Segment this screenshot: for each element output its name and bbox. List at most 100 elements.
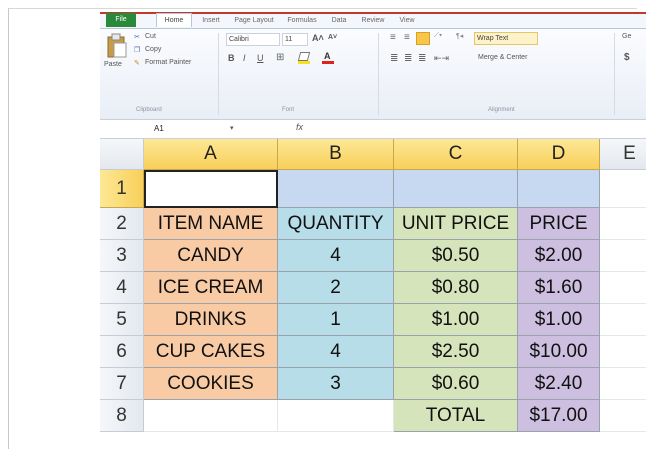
- cell-d1[interactable]: [518, 170, 600, 208]
- cell-b8[interactable]: [278, 400, 394, 432]
- header-quantity[interactable]: QUANTITY: [278, 208, 394, 240]
- column-header-b[interactable]: B: [278, 139, 394, 170]
- cell-e8[interactable]: [600, 400, 646, 432]
- paintbrush-icon: ✎: [134, 60, 140, 67]
- unit-price-cell[interactable]: $0.50: [394, 240, 518, 272]
- align-middle-icon[interactable]: ≡: [404, 32, 410, 43]
- font-color-icon[interactable]: A: [322, 51, 334, 64]
- column-header-a[interactable]: A: [144, 139, 278, 170]
- total-value-cell[interactable]: $17.00: [518, 400, 600, 432]
- quantity-cell[interactable]: 1: [278, 304, 394, 336]
- header-price[interactable]: PRICE: [518, 208, 600, 240]
- shrink-font-icon[interactable]: A˅: [328, 34, 337, 41]
- paste-label: Paste: [104, 61, 122, 68]
- wrap-text-button[interactable]: Wrap Text: [474, 32, 538, 45]
- row-header-7[interactable]: 7: [100, 368, 144, 400]
- indent-icon[interactable]: ⇤⇥: [434, 53, 449, 64]
- merge-center-button[interactable]: Merge & Center: [478, 54, 527, 61]
- quantity-cell[interactable]: 3: [278, 368, 394, 400]
- row-header-4[interactable]: 4: [100, 272, 144, 304]
- row-header-3[interactable]: 3: [100, 240, 144, 272]
- paste-button[interactable]: Paste: [104, 33, 128, 83]
- row-header-8[interactable]: 8: [100, 400, 144, 432]
- item-name-cell[interactable]: CANDY: [144, 240, 278, 272]
- align-top-icon[interactable]: ≡: [390, 32, 396, 43]
- group-separator: [218, 33, 219, 115]
- column-header-d[interactable]: D: [518, 139, 600, 170]
- tab-page-layout[interactable]: Page Layout: [230, 14, 278, 27]
- price-cell[interactable]: $2.00: [518, 240, 600, 272]
- cell-e6[interactable]: [600, 336, 646, 368]
- tab-review[interactable]: Review: [356, 14, 390, 27]
- italic-button[interactable]: I: [243, 53, 246, 63]
- grow-font-icon[interactable]: A˄: [312, 33, 324, 43]
- copy-button[interactable]: ❐ Copy: [134, 46, 184, 57]
- quantity-cell[interactable]: 2: [278, 272, 394, 304]
- align-left-icon[interactable]: ≣: [390, 53, 398, 64]
- price-cell[interactable]: $2.40: [518, 368, 600, 400]
- item-name-cell[interactable]: ICE CREAM: [144, 272, 278, 304]
- column-header-e[interactable]: E: [600, 139, 646, 170]
- tab-file[interactable]: File: [106, 13, 136, 27]
- cell-a8[interactable]: [144, 400, 278, 432]
- cell-e2[interactable]: [600, 208, 646, 240]
- price-cell[interactable]: $1.00: [518, 304, 600, 336]
- formula-bar: A1 ▾ fx: [100, 120, 646, 139]
- row-header-1[interactable]: 1: [100, 170, 144, 208]
- item-name-cell[interactable]: CUP CAKES: [144, 336, 278, 368]
- tab-view[interactable]: View: [394, 14, 420, 27]
- cell-e1[interactable]: [600, 170, 646, 208]
- cell-e5[interactable]: [600, 304, 646, 336]
- cut-button[interactable]: ✂ Cut: [134, 33, 184, 44]
- insert-function-icon[interactable]: fx: [296, 122, 303, 132]
- align-center-icon[interactable]: ≣: [404, 53, 412, 64]
- name-box[interactable]: A1: [104, 122, 238, 135]
- unit-price-cell[interactable]: $1.00: [394, 304, 518, 336]
- price-cell[interactable]: $10.00: [518, 336, 600, 368]
- header-unit-price[interactable]: UNIT PRICE: [394, 208, 518, 240]
- align-right-icon[interactable]: ≣: [418, 53, 426, 64]
- tab-data[interactable]: Data: [326, 14, 352, 27]
- price-cell[interactable]: $1.60: [518, 272, 600, 304]
- total-label-cell[interactable]: TOTAL: [394, 400, 518, 432]
- number-format-select[interactable]: Ge: [622, 33, 631, 40]
- item-name-cell[interactable]: COOKIES: [144, 368, 278, 400]
- fill-color-icon[interactable]: [297, 52, 311, 64]
- cell-e7[interactable]: [600, 368, 646, 400]
- orientation-icon[interactable]: ⟋▾: [434, 32, 442, 40]
- bold-button[interactable]: B: [228, 53, 235, 63]
- align-bottom-icon[interactable]: [416, 32, 430, 45]
- row-header-5[interactable]: 5: [100, 304, 144, 336]
- font-size-select[interactable]: 11: [282, 33, 308, 46]
- unit-price-cell[interactable]: $0.60: [394, 368, 518, 400]
- tab-insert[interactable]: Insert: [196, 14, 226, 27]
- tab-formulas[interactable]: Formulas: [282, 14, 322, 27]
- cell-c1[interactable]: [394, 170, 518, 208]
- currency-format-button[interactable]: $: [624, 52, 630, 63]
- cell-e4[interactable]: [600, 272, 646, 304]
- quantity-cell[interactable]: 4: [278, 240, 394, 272]
- tab-home[interactable]: Home: [156, 13, 192, 27]
- item-name-cell[interactable]: DRINKS: [144, 304, 278, 336]
- clipboard-icon: [107, 33, 127, 58]
- font-group-label: Font: [282, 107, 295, 113]
- font-name-select[interactable]: Calibri: [226, 33, 280, 46]
- borders-icon[interactable]: ⊞: [276, 52, 284, 63]
- unit-price-cell[interactable]: $0.80: [394, 272, 518, 304]
- quantity-cell[interactable]: 4: [278, 336, 394, 368]
- row-header-6[interactable]: 6: [100, 336, 144, 368]
- header-item-name[interactable]: ITEM NAME: [144, 208, 278, 240]
- format-painter-button[interactable]: ✎ Format Painter: [134, 59, 204, 70]
- row-header-2[interactable]: 2: [100, 208, 144, 240]
- formula-input[interactable]: [314, 122, 644, 135]
- select-all-corner[interactable]: [100, 139, 144, 170]
- cell-a1-selected[interactable]: [144, 170, 278, 208]
- cut-label: Cut: [145, 33, 156, 40]
- underline-button[interactable]: U: [257, 53, 264, 63]
- column-header-c[interactable]: C: [394, 139, 518, 170]
- name-box-dropdown-icon[interactable]: ▾: [230, 124, 234, 132]
- text-direction-icon[interactable]: ¶◂: [456, 32, 463, 40]
- cell-e3[interactable]: [600, 240, 646, 272]
- cell-b1[interactable]: [278, 170, 394, 208]
- unit-price-cell[interactable]: $2.50: [394, 336, 518, 368]
